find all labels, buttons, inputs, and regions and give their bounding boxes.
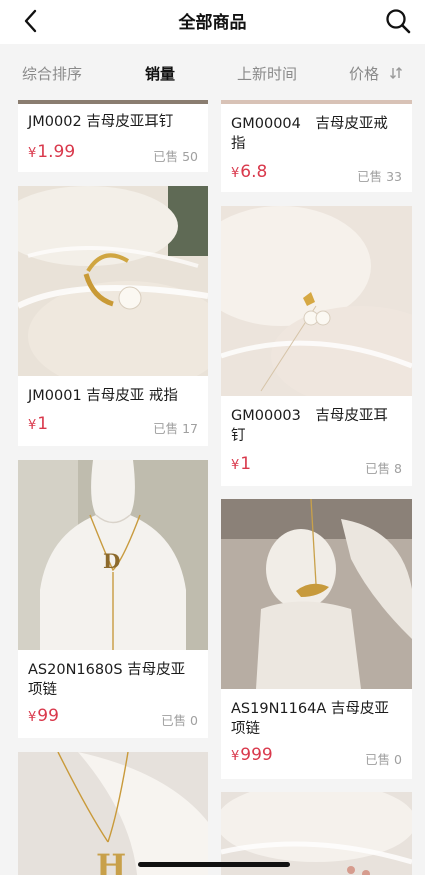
- product-image: H: [18, 752, 208, 875]
- price-value: 1: [37, 414, 49, 434]
- sort-tab-price[interactable]: 价格: [349, 63, 379, 84]
- sort-arrows-icon[interactable]: [389, 66, 403, 80]
- product-price: ¥1: [231, 454, 251, 474]
- sold-count: 已售 33: [357, 169, 402, 184]
- product-price: ¥999: [231, 745, 273, 765]
- product-card[interactable]: JM0002 吉母皮亚耳钉 ¥1.99 已售 50: [18, 100, 208, 172]
- sold-count: 已售 8: [365, 461, 402, 476]
- sort-tab-newest[interactable]: 上新时间: [237, 63, 297, 84]
- price-value: 99: [37, 706, 59, 726]
- product-card[interactable]: AS19N1164A 吉母皮亚项链 ¥999 已售 0: [221, 499, 412, 779]
- home-indicator[interactable]: [138, 862, 290, 867]
- sort-bar: 综合排序 销量 上新时间 价格: [0, 44, 425, 100]
- currency-symbol: ¥: [28, 418, 37, 433]
- svg-text:D: D: [103, 549, 120, 573]
- product-name: AS20N1680S 吉母皮亚项链: [28, 662, 186, 698]
- product-card[interactable]: H: [18, 752, 208, 875]
- sold-count: 已售 0: [365, 752, 402, 767]
- product-card[interactable]: D AS20N1680S 吉母皮亚项链 ¥99 已售 0: [18, 460, 208, 738]
- price-value: 1.99: [37, 142, 76, 162]
- product-image: [221, 206, 412, 396]
- product-image: [18, 100, 208, 104]
- product-image: [18, 186, 208, 376]
- product-card[interactable]: GM00004 吉母皮亚戒指 ¥6.8 已售 33: [221, 100, 412, 192]
- product-image: [221, 100, 412, 104]
- currency-symbol: ¥: [231, 458, 240, 473]
- product-card[interactable]: GM00003 吉母皮亚耳钉 ¥1 已售 8: [221, 206, 412, 486]
- price-value: 1: [240, 454, 252, 474]
- product-price: ¥99: [28, 706, 59, 726]
- currency-symbol: ¥: [231, 166, 240, 181]
- product-name: JM0002 吉母皮亚耳钉: [28, 114, 174, 130]
- price-value: 999: [240, 745, 273, 765]
- search-icon: [386, 9, 411, 34]
- sold-count: 已售 0: [161, 713, 198, 728]
- sort-tab-comprehensive[interactable]: 综合排序: [22, 63, 82, 84]
- product-card[interactable]: JM0001 吉母皮亚 戒指 ¥1 已售 17: [18, 186, 208, 446]
- currency-symbol: ¥: [28, 710, 37, 725]
- search-button[interactable]: [383, 6, 413, 36]
- product-grid: JM0002 吉母皮亚耳钉 ¥1.99 已售 50 GM00004 吉母皮亚戒指…: [0, 100, 425, 875]
- sold-count: 已售 50: [153, 149, 198, 164]
- product-image: D: [18, 460, 208, 650]
- currency-symbol: ¥: [28, 146, 37, 161]
- product-price: ¥1: [28, 414, 48, 434]
- sold-count: 已售 17: [153, 421, 198, 436]
- product-name: JM0001 吉母皮亚 戒指: [28, 388, 178, 404]
- product-price: ¥6.8: [231, 162, 267, 182]
- product-name: AS19N1164A 吉母皮亚项链: [231, 701, 389, 737]
- product-name: GM00004 吉母皮亚戒指: [231, 116, 388, 152]
- svg-text:H: H: [96, 847, 126, 875]
- product-name: GM00003 吉母皮亚耳钉: [231, 408, 388, 444]
- page-title: 全部商品: [178, 13, 247, 33]
- top-nav-bar: 全部商品: [0, 0, 425, 44]
- product-image: [221, 499, 412, 689]
- currency-symbol: ¥: [231, 749, 240, 764]
- product-price: ¥1.99: [28, 142, 75, 162]
- price-value: 6.8: [240, 162, 268, 182]
- sort-tab-sales[interactable]: 销量: [145, 63, 175, 84]
